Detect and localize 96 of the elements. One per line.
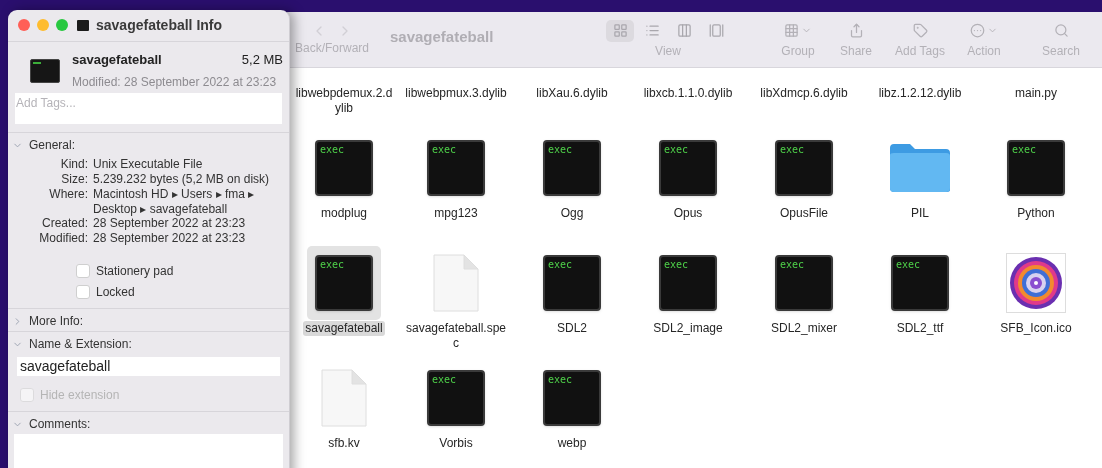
property-label: Modified: xyxy=(38,231,88,246)
terminal-file-icon: exec xyxy=(543,255,601,311)
list-icon xyxy=(644,23,660,38)
file-name[interactable]: libXdmcp.6.dylib xyxy=(758,86,850,101)
file-icon-tile[interactable]: exec xyxy=(767,246,841,320)
file-icon-tile[interactable]: exec xyxy=(535,361,609,435)
property-value: Unix Executable File xyxy=(93,157,204,172)
file-name[interactable]: modplug xyxy=(319,206,369,221)
columns-icon xyxy=(676,23,692,38)
terminal-file-icon: exec xyxy=(315,140,373,196)
file-name[interactable]: mpg123 xyxy=(432,206,480,221)
file-icon-tile[interactable]: exec xyxy=(419,131,493,205)
property-label: Created: xyxy=(40,216,88,232)
file-name: savagefateball xyxy=(72,50,162,69)
terminal-file-icon: exec xyxy=(659,140,717,196)
checkbox-label: Stationery pad xyxy=(96,262,174,280)
file-name[interactable]: SDL2_image xyxy=(651,321,725,336)
property-value: Macintosh HD ▸ Users ▸ fma ▸ Desktop ▸ savagefateball xyxy=(93,186,256,217)
gallery-icon xyxy=(708,23,724,38)
file-name[interactable]: SDL2 xyxy=(555,321,589,336)
property-label: Size: xyxy=(60,172,88,187)
section-header[interactable]: Comments: xyxy=(8,414,289,434)
file-size: 5,2 MB xyxy=(241,50,283,69)
document-icon xyxy=(321,369,367,427)
terminal-file-icon: exec xyxy=(427,370,485,426)
checkbox-label: Hide extension xyxy=(40,386,120,404)
share-icon xyxy=(848,23,864,38)
file-name[interactable]: main.py xyxy=(1013,86,1059,101)
property-value: 28 September 2022 at 23:23 xyxy=(93,216,247,232)
zoom-button[interactable] xyxy=(56,19,68,32)
name-field[interactable]: savagefateball xyxy=(17,357,280,376)
terminal-file-icon xyxy=(30,58,60,83)
grid-icon xyxy=(784,23,799,38)
file-icon-tile[interactable]: exec xyxy=(535,246,609,320)
terminal-file-icon: exec xyxy=(775,255,833,311)
file-name[interactable]: libwebpdemux.2.dylib xyxy=(291,86,397,116)
checkbox-label: Locked xyxy=(96,283,135,301)
file-icon-tile[interactable]: exec xyxy=(419,361,493,435)
file-icon-tile[interactable]: exec xyxy=(767,131,841,205)
terminal-file-icon: exec xyxy=(659,255,717,311)
file-name[interactable]: SDL2_mixer xyxy=(769,321,839,336)
file-name[interactable]: libxcb.1.1.0.dylib xyxy=(641,86,735,101)
file-name[interactable]: Vorbis xyxy=(437,436,475,451)
grid-icon xyxy=(612,23,628,38)
terminal-file-icon: exec xyxy=(1007,140,1065,196)
file-icon-tile[interactable]: exec xyxy=(651,246,725,320)
file-icon-tile[interactable]: exec xyxy=(307,131,381,205)
toolbar-label: Back/Forward xyxy=(295,39,369,57)
checkbox[interactable] xyxy=(76,263,90,278)
file-name[interactable]: Opus xyxy=(671,206,705,221)
ellipsis-circle-icon xyxy=(970,23,985,38)
minimize-button[interactable] xyxy=(37,19,49,32)
search-icon xyxy=(1053,23,1069,38)
section-header[interactable]: More Info: xyxy=(8,311,289,331)
file-name[interactable]: OpusFile xyxy=(778,206,830,221)
file-name[interactable]: PIL xyxy=(909,206,931,221)
document-icon xyxy=(433,254,479,312)
window-title: savagefateball xyxy=(390,27,495,48)
terminal-file-icon: exec xyxy=(775,140,833,196)
window-title: savagefateball Info xyxy=(96,15,223,35)
terminal-file-icon: exec xyxy=(427,140,485,196)
file-name[interactable]: libXau.6.dylib xyxy=(534,86,610,101)
tags-field[interactable]: Add Tags... xyxy=(15,93,282,125)
folder-icon xyxy=(888,142,952,194)
file-icon-tile[interactable]: exec xyxy=(883,246,957,320)
file-name[interactable]: SDL2_ttf xyxy=(894,321,946,336)
property-label: Where: xyxy=(48,186,88,203)
terminal-file-icon xyxy=(77,19,89,31)
checkbox[interactable] xyxy=(76,284,90,299)
property-value: 28 September 2022 at 23:23 xyxy=(93,231,247,246)
section-header[interactable]: Name & Extension: xyxy=(8,334,289,354)
file-icon-tile[interactable]: exec xyxy=(307,246,381,320)
file-name[interactable]: libz.1.2.12.dylib xyxy=(876,86,964,101)
file-name[interactable]: SFB_Icon.ico xyxy=(998,321,1074,336)
file-name[interactable]: savagefateball xyxy=(303,321,385,336)
property-label: Kind: xyxy=(59,157,88,172)
file-name[interactable]: Python xyxy=(1015,206,1057,221)
file-name[interactable]: webp xyxy=(555,436,589,451)
view-mode-button[interactable] xyxy=(606,19,634,42)
file-name[interactable]: savagefateball.spec xyxy=(403,321,509,351)
terminal-file-icon: exec xyxy=(543,370,601,426)
tag-icon xyxy=(912,23,928,38)
modified-date: Modified: 28 September 2022 at 23:23 xyxy=(72,75,277,90)
terminal-file-icon: exec xyxy=(315,255,373,311)
property-value: 5.239.232 bytes (5,2 MB on disk) xyxy=(93,172,271,187)
file-name[interactable]: sfb.kv xyxy=(326,436,362,451)
file-icon-tile[interactable]: exec xyxy=(535,131,609,205)
file-icon-tile[interactable]: exec xyxy=(999,131,1073,205)
section-header[interactable]: General: xyxy=(8,135,289,156)
file-name[interactable]: libwebpmux.3.dylib xyxy=(403,86,509,101)
terminal-file-icon: exec xyxy=(891,255,949,311)
file-name[interactable]: Ogg xyxy=(558,206,586,221)
toolbar-label: View xyxy=(655,42,681,60)
close-button[interactable] xyxy=(18,19,30,32)
terminal-file-icon: exec xyxy=(543,140,601,196)
file-icon-tile[interactable]: exec xyxy=(651,131,725,205)
